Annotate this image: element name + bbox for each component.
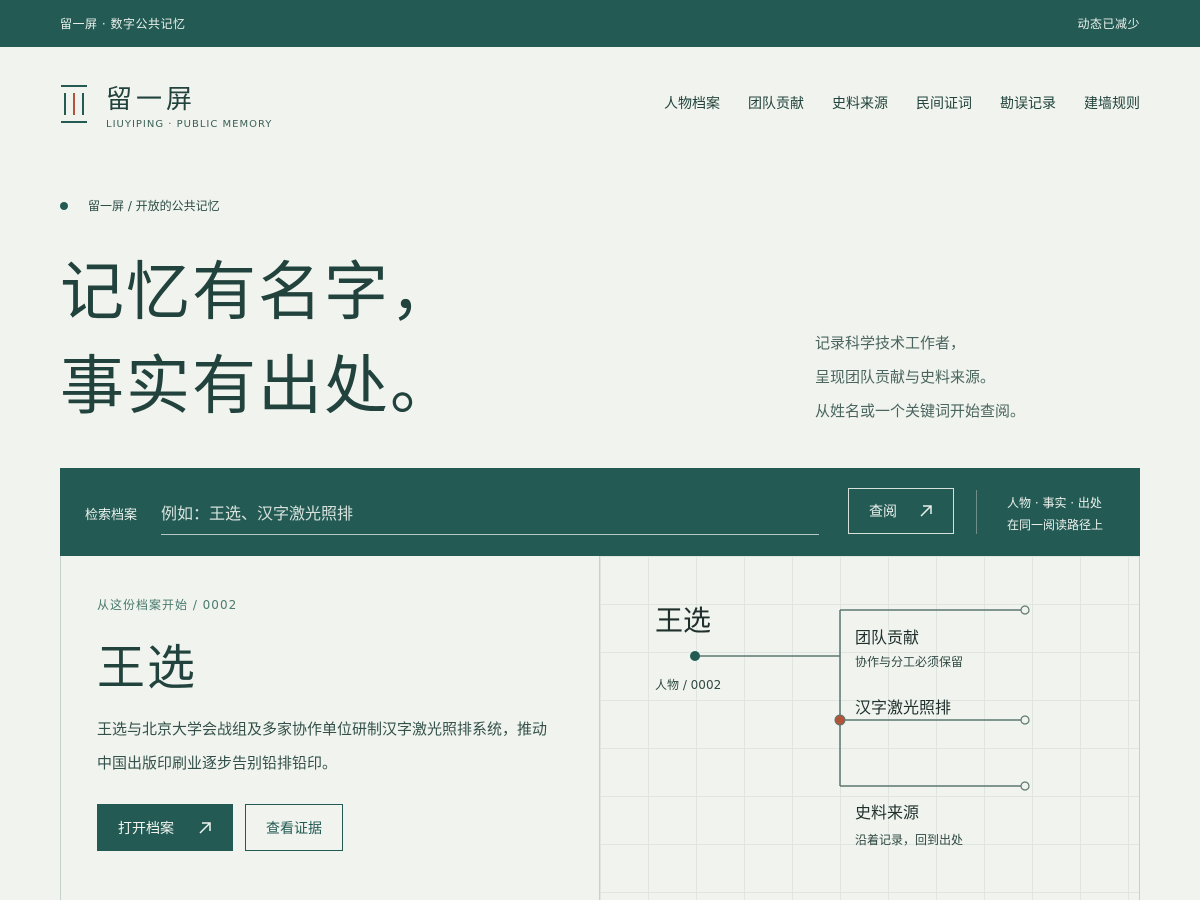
main-nav: 人物档案 团队贡献 史料来源 民间证词 勘误记录 建墙规则 <box>664 93 1140 113</box>
end-node-1 <box>1020 605 1030 615</box>
search-input[interactable] <box>161 492 819 535</box>
open-record-button[interactable]: 打开档案 <box>97 804 233 851</box>
brand-subtitle: LIUYIPING · PUBLIC MEMORY <box>106 119 273 130</box>
person-node-dot <box>690 651 700 661</box>
nav-item-team[interactable]: 团队贡献 <box>748 93 804 113</box>
record-description: 王选与北京大学会战组及多家协作单位研制汉字激光照排系统，推动中国出版印刷业逐步告… <box>97 720 548 772</box>
nav-item-rules[interactable]: 建墙规则 <box>1084 93 1140 113</box>
open-record-label: 打开档案 <box>118 820 174 837</box>
top-bar: 留一屏 · 数字公共记忆 动态已减少 <box>0 0 1200 47</box>
bullet-dot-icon <box>60 201 68 210</box>
hero-line-1: 记忆有名字， <box>60 256 456 330</box>
graph-branch-team-sub: 协作与分工必须保留 <box>855 655 964 669</box>
search-bar: 检索档案 查阅 人物 · 事实 · 出处 在同一阅读路径上 <box>60 468 1140 556</box>
nav-item-testimony[interactable]: 民间证词 <box>916 93 972 113</box>
end-node-3 <box>1020 781 1030 791</box>
arrow-up-right-icon <box>199 821 211 834</box>
breadcrumb-text: 留一屏 / 开放的公共记忆 <box>88 199 220 213</box>
nav-item-people[interactable]: 人物档案 <box>664 93 720 113</box>
nav-item-errata[interactable]: 勘误记录 <box>1000 93 1056 113</box>
end-node-2 <box>1020 715 1030 725</box>
branch-node-dot <box>834 714 846 726</box>
arrow-up-right-icon <box>920 505 932 517</box>
brand-mark-icon <box>61 85 87 123</box>
search-note-line-2: 在同一阅读路径上 <box>1007 518 1104 532</box>
reduced-motion-toggle[interactable]: 动态已减少 <box>1077 15 1140 32</box>
search-button-label: 查阅 <box>869 504 897 520</box>
graph-branch-sources[interactable]: 史料来源 <box>855 799 919 823</box>
search-label: 检索档案 <box>85 508 138 523</box>
view-evidence-button[interactable]: 查看证据 <box>245 804 343 851</box>
intro-text: 记录科学技术工作者， 呈现团队贡献与史料来源。 从姓名或一个关键词开始查阅。 <box>815 326 1025 428</box>
graph-branch-sources-sub: 沿着记录，回到出处 <box>855 833 964 847</box>
search-note: 人物 · 事实 · 出处 在同一阅读路径上 <box>1007 492 1103 536</box>
record-eyebrow: 从这份档案开始 / 0002 <box>97 598 238 612</box>
relationship-graph: 王选 人物 / 0002 团队贡献 协作与分工必须保留 汉字激光照排 史料来源 … <box>600 556 1140 900</box>
divider <box>976 490 977 534</box>
graph-person-id: 人物 / 0002 <box>655 678 722 692</box>
graph-branch-team[interactable]: 团队贡献 <box>855 624 919 648</box>
intro-line-1: 记录科学技术工作者， <box>815 334 966 352</box>
graph-branch-typesetting[interactable]: 汉字激光照排 <box>855 694 951 718</box>
page-title: 记忆有名字， 事实有出处。 <box>60 246 456 434</box>
top-bar-site-label: 留一屏 · 数字公共记忆 <box>60 17 186 31</box>
brand-name: 留一屏 <box>106 85 197 115</box>
intro-line-3: 从姓名或一个关键词开始查阅。 <box>815 402 1026 420</box>
nav-item-sources[interactable]: 史料来源 <box>832 93 888 113</box>
intro-line-2: 呈现团队贡献与史料来源。 <box>815 368 996 386</box>
search-note-line-1: 人物 · 事实 · 出处 <box>1007 496 1102 510</box>
record-person-name: 王选 <box>97 640 198 696</box>
search-button[interactable]: 查阅 <box>848 488 954 534</box>
featured-record-card: 从这份档案开始 / 0002 王选 王选与北京大学会战组及多家协作单位研制汉字激… <box>60 556 600 900</box>
breadcrumb: 留一屏 / 开放的公共记忆 <box>60 197 220 214</box>
graph-person-name: 王选 <box>655 604 712 637</box>
hero-line-2: 事实有出处。 <box>60 350 456 424</box>
